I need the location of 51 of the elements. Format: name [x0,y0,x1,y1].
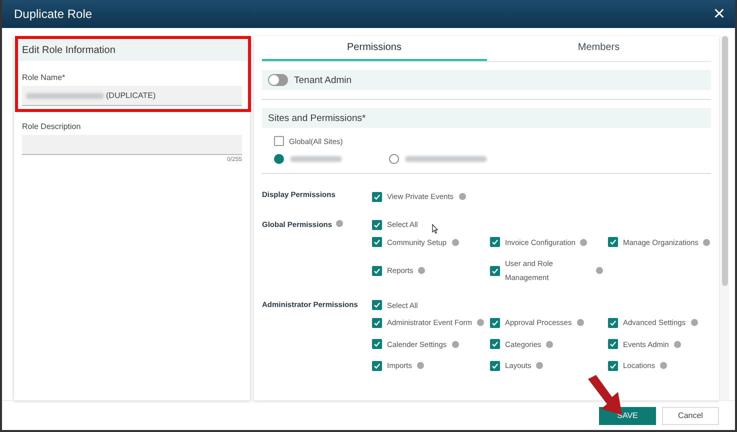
checkbox[interactable] [274,136,284,146]
help-icon[interactable] [660,362,668,370]
help-icon[interactable] [536,362,544,370]
checkbox[interactable] [372,300,382,310]
checkbox[interactable] [490,237,500,248]
radio-button[interactable] [389,154,399,164]
toggle-switch[interactable] [268,74,288,86]
help-icon[interactable] [690,319,698,326]
checkbox[interactable] [372,339,382,350]
help-icon[interactable] [546,340,554,348]
checkbox[interactable] [490,266,500,276]
radio-button[interactable] [274,154,284,164]
checkbox[interactable] [372,318,382,328]
blurred-text [290,156,342,162]
checkbox[interactable] [490,318,500,328]
help-icon[interactable] [418,267,426,274]
checkbox[interactable] [608,360,618,371]
tab[interactable]: Members [486,36,711,61]
help-icon[interactable] [452,340,459,348]
field-label: Role Description [21,122,82,131]
window-title: Duplicate Role [14,7,92,21]
cursor-icon [432,224,438,234]
field-label: Role Name* [21,73,66,82]
checkbox[interactable] [372,237,382,248]
close-button[interactable]: × [713,4,725,24]
toggle-label: Tenant Admin [294,74,352,86]
role-description-field[interactable] [22,135,242,155]
checkbox[interactable] [608,339,618,350]
checkbox[interactable] [372,266,382,276]
section-heading: Edit Role Information [16,40,248,61]
checkbox[interactable] [490,339,500,350]
help-icon[interactable] [703,238,710,246]
checkbox[interactable] [372,360,382,371]
help-icon[interactable] [596,267,603,274]
help-icon[interactable] [452,238,459,246]
checkbox[interactable] [372,192,382,202]
help-icon[interactable] [477,319,484,326]
checkbox[interactable] [372,220,382,230]
help-icon[interactable] [674,340,681,348]
checkbox[interactable] [608,318,618,328]
checkbox[interactable] [608,237,618,248]
help-icon[interactable] [417,362,424,370]
help-icon[interactable] [458,193,466,200]
tab[interactable]: Permissions [262,36,486,61]
help-icon[interactable] [580,238,588,246]
help-icon[interactable] [576,319,584,326]
role-name-field[interactable]: (DUPLICATE) [22,86,242,106]
section-heading: Sites and Permissions* [262,108,711,128]
checkbox[interactable] [490,360,500,371]
cancel-button[interactable]: Cancel [662,406,719,424]
help-icon[interactable] [336,220,344,226]
